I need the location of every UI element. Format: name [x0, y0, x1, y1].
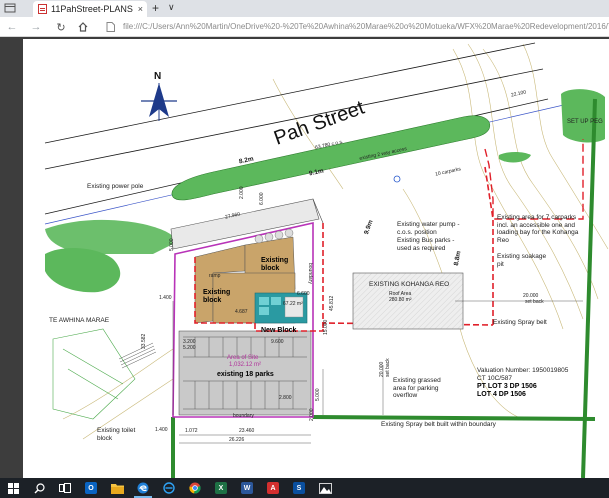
url-field[interactable]: file:///C:/Users/Ann%20Martin/OneDrive%2…	[101, 20, 609, 34]
label-water-pump: Existing water pump - c.o.s. position	[397, 221, 460, 236]
dim-1400b: 1.400	[159, 295, 172, 301]
label-new-block: New Block	[261, 327, 297, 334]
dim-26226: 26.226	[229, 437, 245, 443]
tab-list-chevron-icon[interactable]: ∨	[168, 2, 175, 13]
taskbar-excel[interactable]: X	[208, 478, 234, 498]
label-lot4: LOT 4 DP 1506	[477, 391, 526, 398]
dim-2000b: 2.000	[239, 186, 245, 199]
label-area-of-site-value: 1,032.12 m²	[229, 362, 262, 368]
label-set-up-peg: SET UP PEG	[567, 119, 603, 125]
dim-1400a: 1.400	[155, 427, 168, 433]
taskbar-edge[interactable]	[130, 478, 156, 498]
label-grassed-area: Existing grassed area for parking overfl…	[393, 377, 441, 399]
task-view-button[interactable]	[52, 478, 78, 498]
label-te-awhina-marae: TE AWHINA MARAE	[49, 317, 110, 324]
green-boundary-bottom	[312, 415, 596, 421]
windows-icon	[7, 482, 19, 494]
acrobat-icon: A	[267, 482, 279, 494]
forward-arrow-icon[interactable]: →	[28, 19, 44, 35]
label-spray-belt: Existing Spray belt	[493, 319, 547, 326]
dim-5000b: 5.000	[169, 238, 175, 251]
excel-icon: X	[215, 482, 227, 494]
label-18-parks: existing 18 parks	[217, 371, 274, 378]
taskbar-file-explorer[interactable]	[104, 478, 130, 498]
pdf-page: N Pah Street Existing power pole Existin…	[23, 39, 609, 478]
green-peg-area	[561, 89, 605, 143]
home-icon[interactable]	[75, 19, 91, 35]
close-tab-icon[interactable]: ×	[138, 4, 143, 14]
window-menu-icon[interactable]	[4, 3, 16, 13]
label-boundary-right: boundary	[307, 263, 313, 284]
carpark-outline	[484, 139, 584, 220]
label-boundary-bottom: boundary	[233, 413, 254, 419]
toilet-block	[52, 328, 136, 420]
search-icon	[34, 482, 45, 493]
folder-icon	[110, 483, 124, 494]
taskbar-outlook[interactable]: O	[78, 478, 104, 498]
task-view-icon	[59, 483, 71, 493]
label-pt-lot: PT LOT 3 DP 1506	[477, 383, 537, 390]
label-ramp: ramp	[209, 273, 221, 279]
label-toilet-block: Existing toilet block	[97, 427, 136, 442]
dim-9600: 9.600	[271, 339, 284, 345]
refresh-icon[interactable]: ↻	[53, 19, 69, 35]
dim-20000b-sub: set back	[385, 358, 391, 377]
label-power-pole: Existing power pole	[87, 183, 144, 190]
dim-2000: 2.000	[309, 408, 315, 421]
dim-67m2: 67.22 m²	[283, 301, 303, 307]
label-ct: CT 10C/587	[477, 375, 512, 382]
word-icon: W	[241, 482, 253, 494]
taskbar-firefox-e[interactable]	[156, 478, 182, 498]
dim-1072: 1.072	[185, 428, 198, 434]
address-bar: ← → ↻ file:///C:/Users/Ann%20Martin/OneD…	[0, 17, 609, 37]
label-valuation-number: Valuation Number: 1950019805	[477, 367, 569, 374]
label-soakage-pit: Existing soakage pit	[497, 253, 547, 268]
dim-23460: 23.460	[239, 428, 255, 434]
label-existing-block-left: Existing block	[203, 289, 231, 304]
label-spray-belt-within: Existing Spray belt built within boundar…	[381, 421, 496, 428]
pdf-viewer[interactable]: N Pah Street Existing power pole Existin…	[0, 37, 609, 478]
back-arrow-icon[interactable]: ←	[4, 19, 20, 35]
taskbar-acrobat[interactable]: A	[260, 478, 286, 498]
driveway	[170, 198, 320, 250]
tab-bar: 11PahStreet-PLANS re × + ∨	[0, 0, 609, 17]
taskbar: O X W A S	[0, 478, 609, 498]
tab-title: 11PahStreet-PLANS re	[51, 4, 135, 14]
north-label: N	[154, 71, 162, 82]
edge-icon	[137, 482, 149, 494]
new-tab-button[interactable]: +	[152, 1, 159, 15]
green-tree-left	[45, 247, 121, 293]
dim-5200: 5.200	[183, 345, 196, 351]
outlook-icon: O	[85, 482, 97, 494]
dim-20000-setback: set back	[525, 299, 544, 305]
chrome-icon	[189, 482, 201, 494]
label-roof-area-value: 280.80 m²	[389, 297, 412, 303]
water-pump-marker	[393, 175, 401, 183]
taskbar-photos[interactable]	[312, 478, 338, 498]
dim-4687: 4.687	[235, 309, 248, 315]
search-button[interactable]	[26, 478, 52, 498]
label-7-carparks: Existing area for 7 carparks incl. an ac…	[497, 214, 579, 244]
dim-5000: 5.000	[315, 388, 321, 401]
label-existing-block-top: Existing block	[261, 257, 289, 272]
dim-2800: 2.800	[279, 395, 292, 401]
photos-icon	[318, 482, 332, 494]
ie-icon	[163, 482, 175, 494]
taskbar-chrome[interactable]	[182, 478, 208, 498]
dim-15000: 15.000	[323, 319, 329, 335]
dim-6000: 6.000	[259, 192, 265, 205]
label-kohanga-reo: EXISTING KOHANGA REO	[369, 281, 450, 288]
dim-45812: 45.812	[329, 295, 335, 311]
start-button[interactable]	[0, 478, 26, 498]
taskbar-skype[interactable]: S	[286, 478, 312, 498]
app-s-icon: S	[293, 482, 305, 494]
green-boundary-right	[581, 98, 597, 478]
green-spray-patch	[499, 152, 531, 163]
dim-33582: 33.582	[141, 333, 147, 349]
taskbar-word[interactable]: W	[234, 478, 260, 498]
pdf-file-icon	[37, 4, 47, 14]
active-tab[interactable]: 11PahStreet-PLANS re ×	[33, 1, 147, 17]
north-arrow-icon	[141, 83, 177, 121]
dim-6600: 6.600	[297, 291, 310, 297]
